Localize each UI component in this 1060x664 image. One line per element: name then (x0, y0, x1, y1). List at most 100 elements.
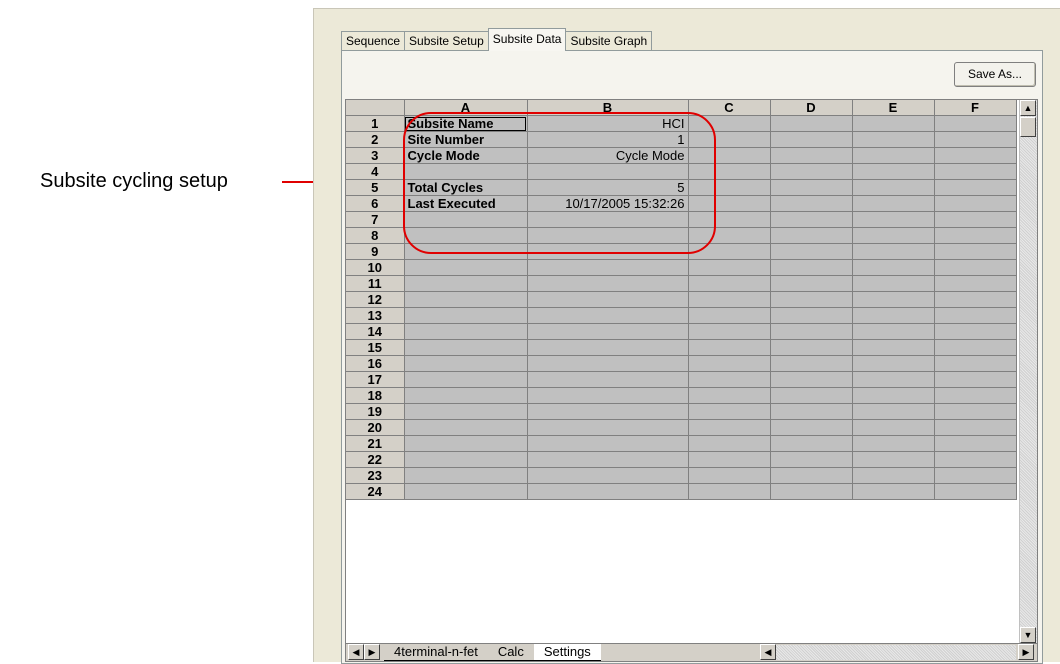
grid-cell[interactable] (527, 275, 689, 292)
grid-cell[interactable] (404, 451, 528, 468)
grid-cell[interactable] (852, 195, 935, 212)
grid-cell[interactable] (852, 323, 935, 340)
grid-cell[interactable] (770, 195, 853, 212)
grid-cell[interactable] (934, 115, 1017, 132)
grid-cell[interactable]: 1 (527, 131, 689, 148)
grid-cell[interactable] (852, 419, 935, 436)
grid-cell[interactable] (770, 323, 853, 340)
row-header[interactable]: 12 (346, 291, 405, 308)
sheet-tab-settings[interactable]: Settings (533, 644, 601, 661)
grid-cell[interactable] (770, 179, 853, 196)
grid-cell[interactable] (527, 387, 689, 404)
grid-cell[interactable] (688, 307, 771, 324)
row-header[interactable]: 15 (346, 339, 405, 356)
grid-cell[interactable] (770, 403, 853, 420)
column-header[interactable]: E (852, 100, 935, 116)
row-header[interactable]: 13 (346, 307, 405, 324)
grid-cell[interactable]: HCI (527, 115, 689, 132)
grid-cell[interactable] (688, 179, 771, 196)
tab-sequence[interactable]: Sequence (341, 31, 406, 51)
grid-cell[interactable]: 5 (527, 179, 689, 196)
grid-cell[interactable] (527, 483, 689, 500)
grid-cell[interactable] (770, 307, 853, 324)
horizontal-scrollbar[interactable] (776, 645, 1016, 660)
grid-cell[interactable] (934, 435, 1017, 452)
row-header[interactable]: 22 (346, 451, 405, 468)
grid-cell[interactable] (770, 339, 853, 356)
grid-cell[interactable] (934, 307, 1017, 324)
grid-cell[interactable]: Cycle Mode (404, 147, 528, 164)
grid-cell[interactable] (770, 131, 853, 148)
grid-cell[interactable] (852, 179, 935, 196)
row-header[interactable]: 2 (346, 131, 405, 148)
row-header[interactable]: 20 (346, 419, 405, 436)
grid-cell[interactable]: 10/17/2005 15:32:26 (527, 195, 689, 212)
grid-cell[interactable] (527, 227, 689, 244)
grid-cell[interactable]: Cycle Mode (527, 147, 689, 164)
grid-cell[interactable] (527, 467, 689, 484)
grid-cell[interactable] (770, 275, 853, 292)
row-header[interactable]: 11 (346, 275, 405, 292)
grid-cell[interactable] (404, 435, 528, 452)
grid-cell[interactable] (852, 467, 935, 484)
row-header[interactable]: 1 (346, 115, 405, 132)
grid-cell[interactable] (934, 483, 1017, 500)
sheet-prev-icon[interactable]: ◀ (348, 644, 364, 660)
grid-cell[interactable] (527, 435, 689, 452)
grid-cell[interactable] (527, 307, 689, 324)
grid-cell[interactable] (852, 163, 935, 180)
grid-cell[interactable] (688, 163, 771, 180)
grid-cell[interactable] (934, 211, 1017, 228)
sheet-tab-4terminal-n-fet[interactable]: 4terminal-n-fet (384, 644, 488, 661)
grid-cell[interactable] (404, 227, 528, 244)
grid-cell[interactable] (852, 115, 935, 132)
grid-cell[interactable] (404, 243, 528, 260)
grid-cell[interactable] (527, 419, 689, 436)
grid-cell[interactable] (527, 355, 689, 372)
grid-cell[interactable] (404, 291, 528, 308)
grid-cell[interactable] (404, 355, 528, 372)
grid-cell[interactable] (404, 259, 528, 276)
grid-cell[interactable] (770, 227, 853, 244)
grid-cell[interactable] (770, 211, 853, 228)
grid-cell[interactable]: Subsite Name (404, 115, 528, 132)
hscroll-right-icon[interactable]: ▶ (1018, 644, 1034, 660)
grid-cell[interactable] (770, 355, 853, 372)
grid-cell[interactable] (770, 371, 853, 388)
grid-cell[interactable] (852, 403, 935, 420)
scroll-up-icon[interactable]: ▲ (1020, 100, 1036, 116)
grid-cell[interactable] (852, 339, 935, 356)
grid-cell[interactable] (527, 403, 689, 420)
grid-cell[interactable] (527, 243, 689, 260)
grid-cell[interactable] (852, 435, 935, 452)
grid-cell[interactable] (688, 387, 771, 404)
grid-cell[interactable] (852, 211, 935, 228)
row-header[interactable]: 9 (346, 243, 405, 260)
grid-cell[interactable] (934, 323, 1017, 340)
scroll-down-icon[interactable]: ▼ (1020, 627, 1036, 643)
grid-cell[interactable] (688, 467, 771, 484)
grid-cell[interactable] (852, 307, 935, 324)
grid-cell[interactable] (688, 147, 771, 164)
grid-cell[interactable] (688, 403, 771, 420)
row-header[interactable]: 4 (346, 163, 405, 180)
grid-cell[interactable] (527, 339, 689, 356)
grid-cell[interactable] (852, 371, 935, 388)
vertical-scrollbar[interactable]: ▲ ▼ (1019, 100, 1037, 643)
grid-cell[interactable] (770, 451, 853, 468)
tab-subsite-setup[interactable]: Subsite Setup (404, 31, 489, 51)
grid-cell[interactable] (934, 291, 1017, 308)
grid-cell[interactable] (934, 275, 1017, 292)
grid-cell[interactable] (770, 467, 853, 484)
row-header[interactable]: 6 (346, 195, 405, 212)
save-as-button[interactable]: Save As... (954, 62, 1036, 87)
row-header[interactable]: 17 (346, 371, 405, 388)
grid-cell[interactable] (688, 323, 771, 340)
grid-cell[interactable] (934, 259, 1017, 276)
grid-cell[interactable] (852, 291, 935, 308)
grid-cell[interactable] (688, 355, 771, 372)
hscroll-left-icon[interactable]: ◀ (760, 644, 776, 660)
grid-cell[interactable] (770, 419, 853, 436)
grid-cell[interactable] (852, 275, 935, 292)
grid-cell[interactable]: Last Executed (404, 195, 528, 212)
